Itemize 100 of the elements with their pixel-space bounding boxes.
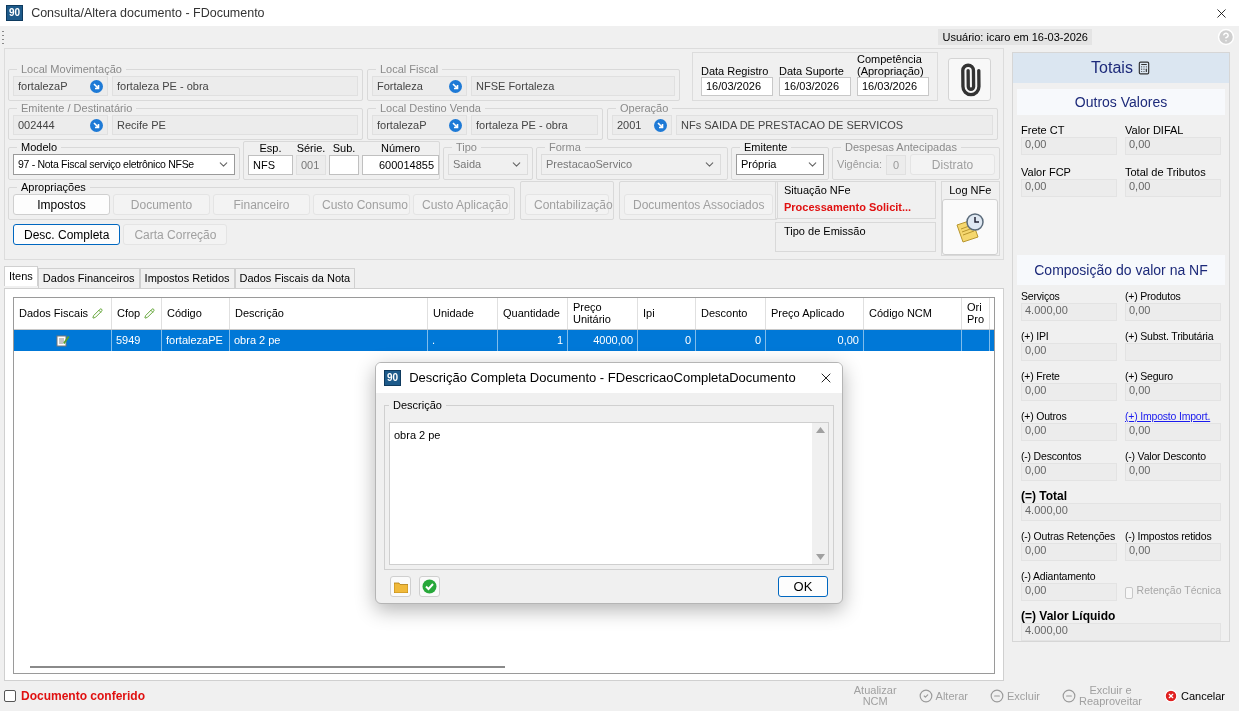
date-label: Data Registro — [701, 65, 770, 77]
column-header: Ipi — [643, 307, 655, 319]
header-cell[interactable]: Cfop — [112, 297, 162, 329]
edit-note-icon[interactable] — [55, 333, 70, 347]
value-field: 4.000,00 — [1021, 503, 1221, 521]
field-label: Valor DIFAL — [1125, 123, 1185, 137]
table-cell-text: 4000,00 — [593, 332, 633, 348]
group-label: Modelo — [20, 141, 59, 154]
dialog-title: Descrição Completa Documento - FDescricaoCompletaDocumento — [409, 369, 797, 388]
column-header: Preço Aplicado — [771, 307, 845, 319]
table-cell-text: fortalezaPE — [166, 332, 223, 348]
column-header: Desconto — [701, 307, 748, 319]
scroll-up-icon[interactable] — [815, 426, 825, 433]
log-button[interactable] — [942, 198, 999, 255]
pencil-icon — [92, 307, 104, 319]
tab[interactable]: Impostos Retidos — [139, 267, 235, 288]
checkbox-label: Documento conferido — [21, 688, 145, 705]
field-label: Serviços — [1021, 289, 1061, 303]
section-title: Outros Valores — [1017, 89, 1225, 115]
field-label: (+) Seguro — [1125, 369, 1174, 383]
check-circle-icon — [422, 579, 437, 594]
app-logo: 90 — [6, 5, 24, 21]
header-cell[interactable]: Quantidade — [498, 297, 568, 329]
table-cell-text: . — [432, 332, 436, 348]
ok-button[interactable]: OK — [778, 576, 828, 597]
cancel-icon — [1163, 689, 1178, 703]
column-header: Código — [167, 307, 202, 319]
app-logo: 90 — [384, 370, 402, 386]
confirm-button[interactable] — [419, 576, 440, 597]
header-cell[interactable]: Preço Unitário — [568, 297, 638, 329]
field-label: Esp. — [258, 142, 283, 155]
header-cell[interactable]: Unidade — [428, 297, 498, 329]
input-field[interactable] — [329, 155, 359, 175]
folder-button[interactable] — [390, 576, 411, 597]
column-header: Dados Fiscais — [19, 307, 89, 319]
group-label: Apropriações — [20, 181, 87, 194]
group-label: Log NFe — [949, 183, 992, 198]
field-label: (+) Outros — [1021, 409, 1068, 423]
folder-icon — [393, 580, 408, 593]
name-field: Recife PE — [112, 115, 358, 135]
value-field: 0,00 — [1125, 137, 1221, 155]
tab[interactable]: Dados Fiscais da Nota — [234, 267, 356, 288]
button[interactable]: Impostos — [13, 194, 110, 215]
date-field[interactable]: 16/03/2026 — [701, 77, 773, 96]
table-cell-text: 1 — [556, 332, 563, 348]
action-button[interactable]: Cancelar — [1163, 689, 1225, 703]
header-cell[interactable]: Preço Aplicado — [766, 297, 864, 329]
column-header: Quantidade — [503, 307, 560, 319]
value-field: 0,00 — [1125, 179, 1221, 197]
field-label: Número — [379, 142, 422, 155]
field-label: (+) Produtos — [1125, 289, 1182, 303]
dropdown[interactable]: Própria — [736, 154, 824, 175]
input-field[interactable]: 600014855 — [362, 155, 439, 175]
header-cell[interactable]: Ori Pro — [962, 297, 990, 329]
date-field[interactable]: 16/03/2026 — [779, 77, 851, 96]
attach-button[interactable] — [948, 58, 991, 101]
header-cell[interactable]: Código NCM — [864, 297, 962, 329]
field-label: Valor FCP — [1021, 165, 1072, 179]
group-label: Local Fiscal — [379, 63, 440, 76]
link[interactable]: (+) Imposto Import. — [1125, 409, 1221, 423]
value-field: 0,00 — [1021, 179, 1117, 197]
dropdown[interactable]: 97 - Nota Fiscal serviço eletrônico NFSe — [13, 154, 235, 175]
scroll-down-icon[interactable] — [815, 554, 825, 560]
checkbox[interactable] — [4, 690, 16, 702]
table-cell-text: 5949 — [116, 332, 141, 348]
field-label: Vigência: — [837, 157, 883, 173]
value-field: 0,00 — [1125, 423, 1221, 441]
name-field: fortaleza PE - obra — [471, 115, 598, 135]
column-header: Ori Pro — [967, 301, 985, 325]
table-cell-text: 0 — [754, 332, 761, 348]
header-cell[interactable]: Dados Fiscais — [14, 297, 112, 329]
check-circle-icon — [918, 689, 933, 703]
checkbox-label: Retenção Técnica — [1136, 583, 1221, 599]
calculator-icon — [1136, 61, 1151, 75]
header-cell[interactable]: Descrição — [230, 297, 428, 329]
status-text: Processamento Solicit... — [784, 199, 913, 215]
scrollbar[interactable] — [812, 422, 828, 564]
column-header: Preço Unitário — [573, 301, 612, 325]
value-field: 0,00 — [1021, 583, 1117, 601]
button[interactable]: Desc. Completa — [13, 224, 121, 245]
header-cell[interactable]: Ipi — [638, 297, 696, 329]
group-label: Local Movimentação — [20, 63, 123, 76]
input-field[interactable]: NFS — [248, 155, 293, 175]
pencil-icon — [144, 307, 156, 319]
field-label: (+) Frete — [1021, 369, 1061, 383]
tab[interactable]: Dados Financeiros — [37, 267, 140, 288]
group-label: Descrição — [392, 398, 443, 413]
value-field: 0,00 — [1125, 463, 1221, 481]
field-label: (-) Impostos retidos — [1125, 529, 1213, 543]
tab[interactable]: Itens — [4, 265, 38, 286]
header-cell[interactable]: Desconto — [696, 297, 766, 329]
header-cell[interactable]: Código — [162, 297, 230, 329]
date-field[interactable]: 16/03/2026 — [857, 77, 929, 96]
scroll-thumb[interactable] — [30, 666, 505, 668]
field-label: Total de Tributos — [1125, 165, 1207, 179]
text-area[interactable]: obra 2 pe — [389, 421, 829, 565]
field-label: Série. — [296, 142, 326, 155]
name-field: NFs SAIDA DE PRESTACAO DE SERVICOS — [676, 115, 993, 135]
table-row[interactable]: 5949 fortalezaPE obra 2 pe . 1 4000,00 0 0 0,00 — [14, 329, 994, 351]
group-label: Emitente / Destinatário — [20, 102, 134, 115]
